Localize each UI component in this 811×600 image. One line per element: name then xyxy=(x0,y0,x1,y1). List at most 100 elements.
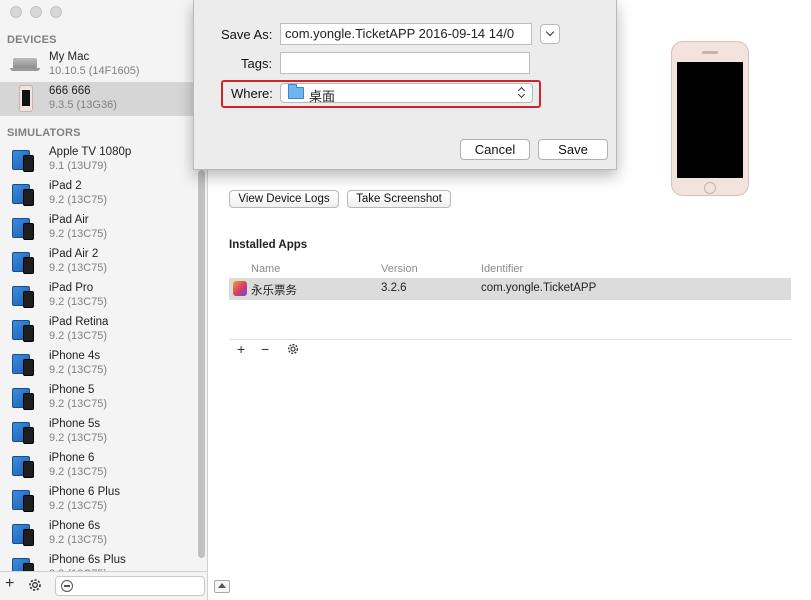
take-screenshot-button[interactable]: Take Screenshot xyxy=(347,190,451,208)
simulator-item[interactable]: iPhone 4s 9.2 (13C75) xyxy=(0,347,198,381)
where-label: Where: xyxy=(231,86,273,101)
where-popup[interactable]: 桌面 xyxy=(280,83,533,104)
simulator-version: 9.2 (13C75) xyxy=(49,534,108,546)
column-header-version[interactable]: Version xyxy=(381,263,418,275)
simulator-icon xyxy=(12,522,38,546)
simulator-icon xyxy=(12,148,38,172)
simulator-name: iPhone 6s Plus xyxy=(49,554,126,566)
simulator-name: iPad Pro xyxy=(49,282,94,294)
simulator-version: 9.2 (13C75) xyxy=(49,228,108,240)
iphone-icon xyxy=(19,85,33,112)
expand-dialog-button[interactable] xyxy=(540,24,560,44)
mac-mini-icon xyxy=(10,58,40,71)
sidebar-scrollbar[interactable] xyxy=(198,170,205,558)
simulator-name: iPhone 6 xyxy=(49,452,95,464)
cancel-button[interactable]: Cancel xyxy=(460,139,530,160)
simulator-version: 9.2 (13C75) xyxy=(49,194,108,206)
devices-section-title: DEVICES xyxy=(7,34,57,46)
simulator-name: iPhone 6s xyxy=(49,520,101,532)
tags-field[interactable] xyxy=(280,52,530,74)
simulator-item[interactable]: Apple TV 1080p 9.1 (13U79) xyxy=(0,143,198,177)
device-name: My Mac xyxy=(49,51,90,63)
where-value: 桌面 xyxy=(309,89,336,104)
simulator-version: 9.2 (13C75) xyxy=(49,500,108,512)
simulator-icon xyxy=(12,216,38,240)
simulator-item[interactable]: iPad Air 2 9.2 (13C75) xyxy=(0,245,198,279)
simulator-version: 9.2 (13C75) xyxy=(49,296,108,308)
simulator-icon xyxy=(12,182,38,206)
simulator-icon xyxy=(12,386,38,410)
simulator-item[interactable]: iPhone 5 9.2 (13C75) xyxy=(0,381,198,415)
device-item-666[interactable]: 666 666 9.3.5 (13G36) xyxy=(0,82,198,116)
device-sidebar: DEVICES My Mac 10.10.5 (14F1605) 666 666… xyxy=(0,0,208,600)
filter-icon xyxy=(61,580,73,592)
simulator-icon xyxy=(12,352,38,376)
table-divider xyxy=(229,339,791,340)
tags-label: Tags: xyxy=(241,56,273,71)
gear-icon[interactable] xyxy=(27,577,43,598)
save-as-field[interactable]: com.yongle.TicketAPP 2016-09-14 14/0 xyxy=(280,23,532,45)
window-controls xyxy=(10,6,62,18)
simulator-item[interactable]: iPad Pro 9.2 (13C75) xyxy=(0,279,198,313)
remove-app-button[interactable]: − xyxy=(261,341,269,357)
save-button[interactable]: Save xyxy=(538,139,608,160)
simulator-version: 9.2 (13C75) xyxy=(49,466,108,478)
device-item-my-mac[interactable]: My Mac 10.10.5 (14F1605) xyxy=(0,48,198,82)
close-window-button[interactable] xyxy=(10,6,22,18)
toggle-console-button[interactable] xyxy=(214,580,230,593)
simulator-icon xyxy=(12,420,38,444)
popup-arrows-icon xyxy=(517,86,527,100)
simulator-name: iPhone 5s xyxy=(49,418,101,430)
simulator-item[interactable]: iPhone 5s 9.2 (13C75) xyxy=(0,415,198,449)
zoom-window-button[interactable] xyxy=(50,6,62,18)
device-screen xyxy=(677,62,743,178)
simulator-icon xyxy=(12,284,38,308)
simulator-item[interactable]: iPhone 6s 9.2 (13C75) xyxy=(0,517,198,551)
device-version: 9.3.5 (13G36) xyxy=(49,99,117,111)
table-row[interactable]: 永乐票务 3.2.6 com.yongle.TicketAPP xyxy=(229,278,791,300)
simulator-item[interactable]: iPad Air 9.2 (13C75) xyxy=(0,211,198,245)
device-version: 10.10.5 (14F1605) xyxy=(49,65,140,77)
simulator-name: iPhone 5 xyxy=(49,384,95,396)
folder-icon xyxy=(288,84,304,99)
simulator-version: 9.2 (13C75) xyxy=(49,398,108,410)
simulator-version: 9.1 (13U79) xyxy=(49,160,108,172)
simulator-name: iPad Air xyxy=(49,214,89,226)
view-device-logs-button[interactable]: View Device Logs xyxy=(229,190,339,208)
simulator-version: 9.2 (13C75) xyxy=(49,364,108,376)
app-icon xyxy=(233,281,247,296)
simulator-version: 9.2 (13C75) xyxy=(49,262,108,274)
simulator-name: iPhone 4s xyxy=(49,350,101,362)
app-version: 3.2.6 xyxy=(381,282,407,294)
simulator-name: Apple TV 1080p xyxy=(49,146,132,158)
speaker-slot xyxy=(702,51,718,54)
column-header-name[interactable]: Name xyxy=(251,263,280,275)
add-app-button[interactable]: + xyxy=(237,341,245,357)
simulator-name: iPhone 6 Plus xyxy=(49,486,120,498)
simulator-item[interactable]: iPhone 6 Plus 9.2 (13C75) xyxy=(0,483,198,517)
simulator-name: iPad 2 xyxy=(49,180,82,192)
device-name: 666 666 xyxy=(49,85,91,97)
save-dialog: Save As: com.yongle.TicketAPP 2016-09-14… xyxy=(193,0,617,170)
simulators-section-title: SIMULATORS xyxy=(7,127,81,139)
simulator-item[interactable]: iPad 2 9.2 (13C75) xyxy=(0,177,198,211)
app-identifier: com.yongle.TicketAPP xyxy=(481,282,597,294)
sidebar-toolbar: + xyxy=(0,571,207,600)
column-header-identifier[interactable]: Identifier xyxy=(481,263,523,275)
simulator-version: 9.2 (13C75) xyxy=(49,330,108,342)
minimize-window-button[interactable] xyxy=(30,6,42,18)
gear-icon[interactable] xyxy=(286,342,300,359)
simulator-name: iPad Air 2 xyxy=(49,248,99,260)
simulator-icon xyxy=(12,250,38,274)
app-name: 永乐票务 xyxy=(251,285,297,297)
simulator-icon xyxy=(12,488,38,512)
simulator-icon xyxy=(12,454,38,478)
filter-field[interactable] xyxy=(55,576,205,596)
add-device-button[interactable]: + xyxy=(5,575,14,593)
simulator-name: iPad Retina xyxy=(49,316,109,328)
simulator-icon xyxy=(12,318,38,342)
home-button-graphic xyxy=(704,182,716,194)
simulator-item[interactable]: iPad Retina 9.2 (13C75) xyxy=(0,313,198,347)
save-as-label: Save As: xyxy=(221,27,273,42)
simulator-item[interactable]: iPhone 6 9.2 (13C75) xyxy=(0,449,198,483)
